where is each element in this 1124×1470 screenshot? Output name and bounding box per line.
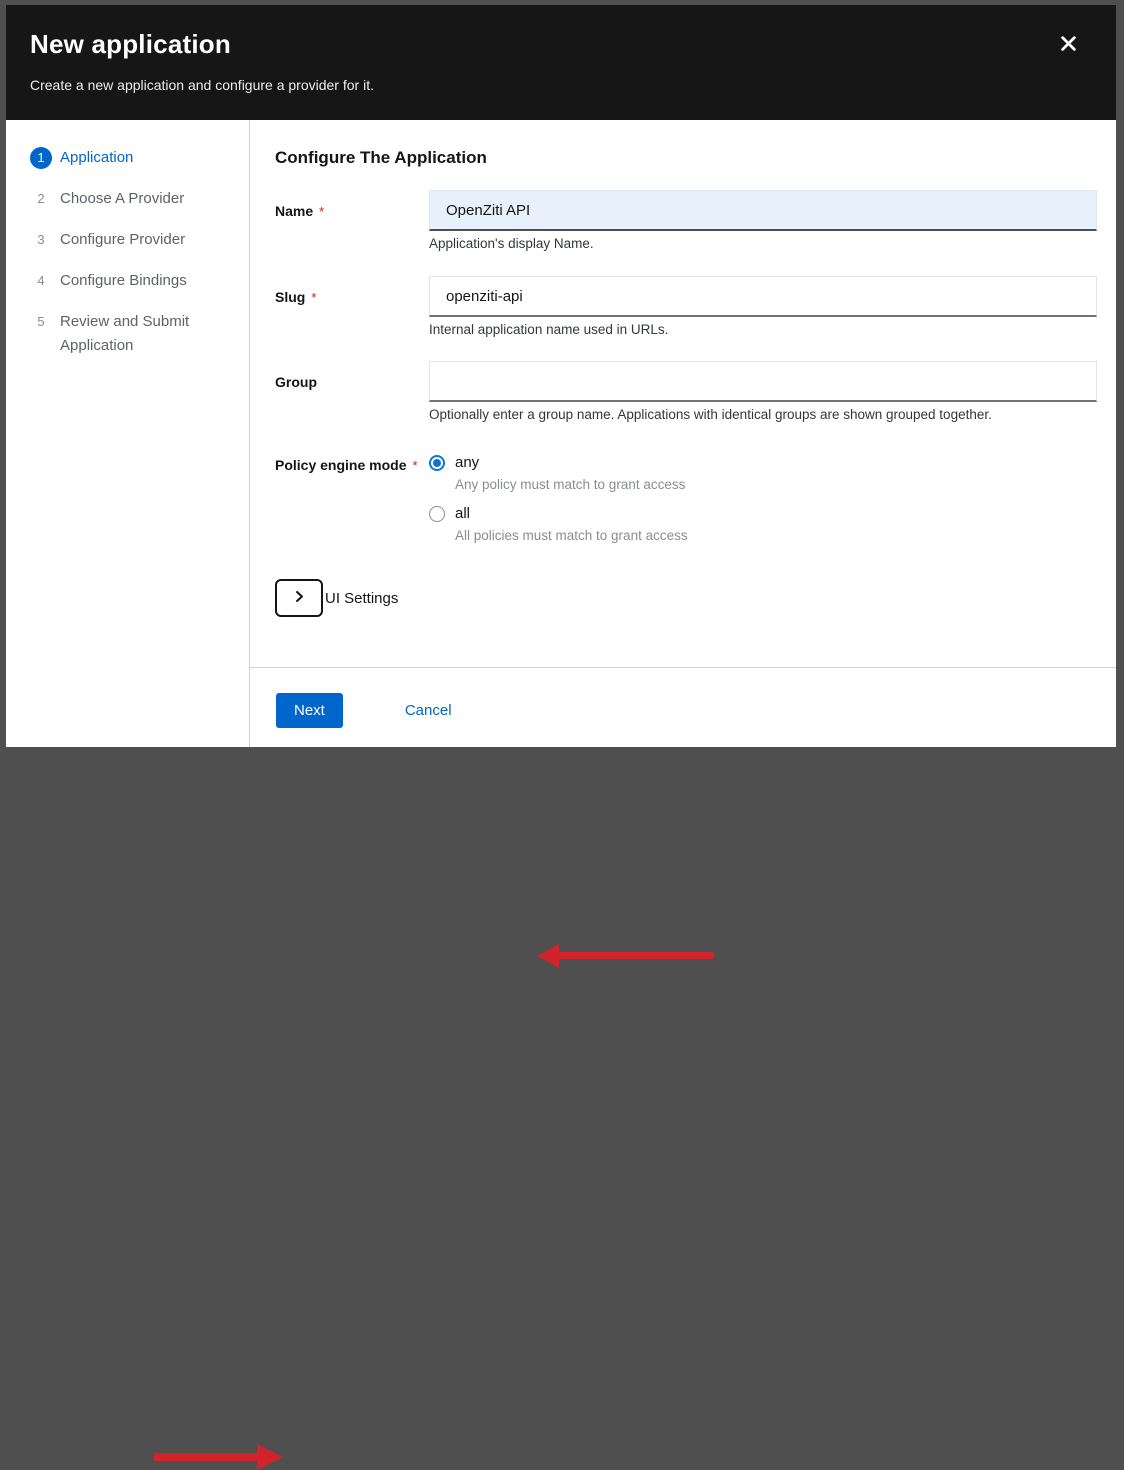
wizard-content: Configure The Application Name* Applicat…	[250, 120, 1116, 667]
form-row-name: Name* Application's display Name.	[275, 190, 1097, 251]
slug-label: Slug*	[275, 276, 429, 337]
next-button[interactable]: Next	[276, 693, 343, 728]
group-helper-text: Optionally enter a group name. Applicati…	[429, 407, 1097, 422]
form-row-policy-engine-mode: Policy engine mode* any Any policy must …	[275, 454, 1097, 543]
step-number: 3	[30, 229, 52, 251]
slug-input[interactable]	[429, 276, 1097, 317]
step-label: Configure Provider	[60, 228, 185, 252]
name-input[interactable]	[429, 190, 1097, 231]
step-label: Configure Bindings	[60, 269, 187, 293]
content-heading: Configure The Application	[275, 148, 1097, 168]
cancel-button[interactable]: Cancel	[405, 702, 452, 719]
step-number: 1	[30, 147, 52, 169]
close-icon	[1060, 35, 1077, 55]
required-asterisk: *	[319, 204, 324, 219]
slug-helper-text: Internal application name used in URLs.	[429, 322, 1097, 337]
step-number: 5	[30, 311, 52, 333]
chevron-right-icon	[293, 590, 306, 606]
policy-all-helper-text: All policies must match to grant access	[455, 528, 1097, 543]
form-row-group: Group Optionally enter a group name. App…	[275, 361, 1097, 422]
name-label: Name*	[275, 190, 429, 251]
ui-settings-section: UI Settings	[275, 579, 1097, 617]
policy-engine-mode-label: Policy engine mode*	[275, 454, 429, 543]
policy-all-radio[interactable]	[429, 506, 445, 522]
policy-all-label[interactable]: all	[455, 505, 470, 522]
policy-option-any: any	[429, 454, 1097, 471]
wizard-nav: 1 Application 2 Choose A Provider 3 Conf…	[6, 120, 250, 747]
step-label: Choose A Provider	[60, 187, 184, 211]
wizard-step-review-submit[interactable]: 5 Review and Submit Application	[6, 310, 249, 358]
wizard-footer: Next Cancel	[250, 667, 1116, 747]
group-label: Group	[275, 361, 429, 422]
wizard-step-choose-provider[interactable]: 2 Choose A Provider	[6, 187, 249, 211]
modal-body: 1 Application 2 Choose A Provider 3 Conf…	[6, 120, 1116, 747]
close-button[interactable]	[1056, 33, 1080, 57]
policy-any-label[interactable]: any	[455, 454, 479, 471]
required-asterisk: *	[311, 290, 316, 305]
modal-subtitle: Create a new application and configure a…	[30, 77, 1092, 93]
new-application-modal: New application Create a new application…	[6, 5, 1116, 747]
policy-any-helper-text: Any policy must match to grant access	[455, 477, 1097, 492]
step-label: Review and Submit Application	[60, 310, 229, 358]
step-number: 4	[30, 270, 52, 292]
wizard-main-column: Configure The Application Name* Applicat…	[250, 120, 1116, 747]
form-row-slug: Slug* Internal application name used in …	[275, 276, 1097, 337]
policy-any-radio[interactable]	[429, 455, 445, 471]
ui-settings-expand-button[interactable]	[275, 579, 323, 617]
wizard-step-application[interactable]: 1 Application	[6, 146, 249, 170]
group-input[interactable]	[429, 361, 1097, 402]
step-number: 2	[30, 188, 52, 210]
wizard-step-configure-provider[interactable]: 3 Configure Provider	[6, 228, 249, 252]
name-helper-text: Application's display Name.	[429, 236, 1097, 251]
policy-option-all: all	[429, 505, 1097, 522]
required-asterisk: *	[412, 458, 417, 473]
step-label: Application	[60, 146, 133, 170]
wizard-step-configure-bindings[interactable]: 4 Configure Bindings	[6, 269, 249, 293]
ui-settings-label: UI Settings	[325, 590, 398, 607]
modal-title: New application	[30, 29, 1092, 60]
screen-backdrop: New application Create a new application…	[0, 0, 1124, 755]
modal-header: New application Create a new application…	[6, 5, 1116, 120]
